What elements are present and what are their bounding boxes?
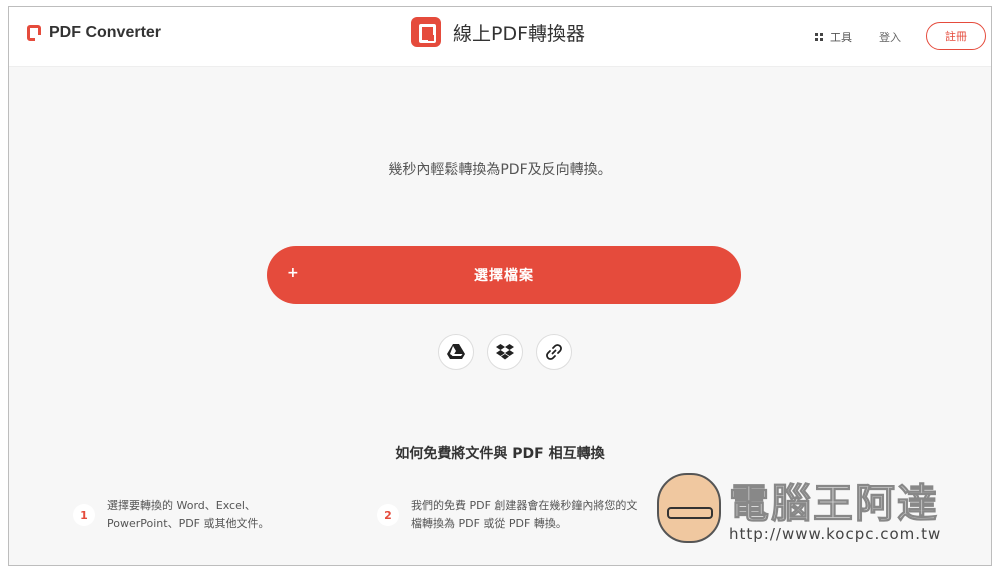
- google-drive-button[interactable]: [438, 334, 474, 370]
- choose-file-label: 選擇檔案: [474, 268, 534, 284]
- hero-subtitle: 幾秒內輕鬆轉換為PDF及反向轉換。: [388, 162, 612, 178]
- page-title: 線上PDF轉換器: [411, 17, 585, 47]
- step-text: 我們的免費 PDF 創建器會在幾秒鐘內將您的文檔轉換為 PDF 或從 PDF 轉…: [411, 499, 638, 530]
- glasses-icon: [667, 507, 713, 519]
- link-button[interactable]: [536, 334, 572, 370]
- brand[interactable]: PDF Converter: [27, 24, 161, 42]
- watermark-text: 電腦王阿達: [729, 481, 939, 528]
- step-number: 1: [73, 504, 95, 526]
- choose-file-button[interactable]: + 選擇檔案: [267, 246, 741, 304]
- brand-name: PDF Converter: [49, 24, 162, 41]
- step-item: 1 選擇要轉換的 Word、Excel、PowerPoint、PDF 或其他文件…: [73, 497, 297, 533]
- tools-label: 工具: [830, 31, 852, 44]
- google-drive-icon: [447, 344, 465, 359]
- step-text: 選擇要轉換的 Word、Excel、PowerPoint、PDF 或其他文件。: [107, 499, 270, 530]
- pdf-converter-logo-icon: [27, 25, 41, 41]
- browser-frame: PDF Converter 線上PDF轉換器 工具 登入 註冊 幾秒內輕鬆轉換為…: [8, 6, 992, 566]
- plus-icon: +: [287, 265, 299, 281]
- step-number: 2: [377, 504, 399, 526]
- link-icon: [546, 344, 562, 360]
- dropbox-button[interactable]: [487, 334, 523, 370]
- grid-icon: [815, 32, 824, 42]
- step-item: 2 我們的免費 PDF 創建器會在幾秒鐘內將您的文檔轉換為 PDF 或從 PDF…: [377, 497, 646, 533]
- mascot-face-icon: [657, 473, 721, 543]
- register-button[interactable]: 註冊: [926, 22, 986, 50]
- converter-logo-icon: [411, 17, 441, 47]
- login-link[interactable]: 登入: [879, 29, 901, 45]
- watermark: 電腦王阿達 http://www.kocpc.com.tw: [657, 465, 967, 555]
- tools-menu[interactable]: 工具: [815, 29, 852, 45]
- page-title-text: 線上PDF轉換器: [453, 22, 586, 45]
- top-header: PDF Converter 線上PDF轉換器 工具 登入 註冊: [9, 7, 991, 67]
- watermark-url: http://www.kocpc.com.tw: [729, 525, 942, 543]
- howto-title: 如何免費將文件與 PDF 相互轉換: [395, 446, 605, 462]
- dropbox-icon: [496, 344, 514, 360]
- upload-sources: [438, 334, 572, 370]
